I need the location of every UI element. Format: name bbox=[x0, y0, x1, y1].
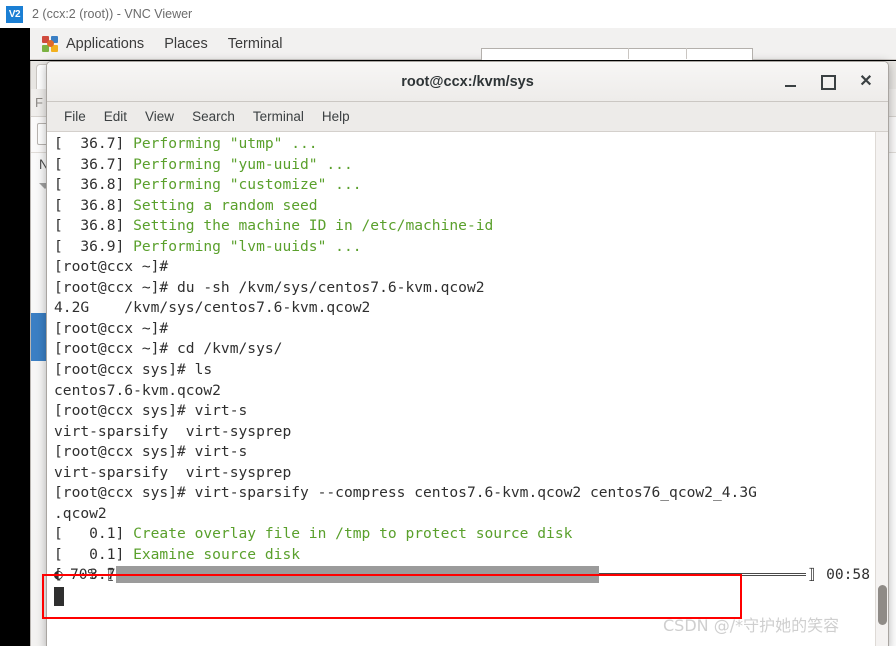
terminal-text-default: .qcow2 bbox=[54, 504, 107, 522]
terminal-text-default: [ 36.8] bbox=[54, 176, 134, 194]
terminal-window-title: root@ccx:/kvm/sys bbox=[401, 73, 534, 90]
terminal-text-green: Performing "utmp" ... bbox=[133, 135, 318, 152]
terminal-line: [root@ccx sys]# virt-s bbox=[54, 442, 874, 463]
gnome-top-panel: Applications Places Terminal bbox=[30, 28, 896, 60]
terminal-titlebar[interactable]: root@ccx:/kvm/sys ✕ bbox=[47, 62, 888, 102]
terminal-line: virt-sparsify virt-sysprep bbox=[54, 422, 874, 443]
menu-edit[interactable]: Edit bbox=[95, 102, 136, 132]
terminal-text-default: [root@ccx sys]# ls bbox=[54, 361, 213, 379]
ghost-tab-mark-2 bbox=[686, 48, 687, 59]
terminal-text-default: [ 36.8] bbox=[54, 217, 134, 235]
panel-menu-applications[interactable]: Applications bbox=[30, 28, 154, 60]
terminal-text-default: virt-sparsify virt-sysprep bbox=[54, 463, 292, 481]
terminal-text-buffer: [ 36.7] Performing "utmp" ...[ 36.7] Per… bbox=[54, 134, 874, 586]
terminal-text-default: [ 36.7] bbox=[54, 135, 134, 152]
panel-menu-terminal-label: Terminal bbox=[227, 35, 283, 52]
terminal-text-default: [root@ccx ~]# cd /kvm/sys/ bbox=[54, 340, 283, 358]
terminal-text-green: Performing "lvm-uuids" ... bbox=[133, 237, 362, 255]
terminal-text-default: [root@ccx ~]# bbox=[54, 319, 169, 337]
menu-help[interactable]: Help bbox=[313, 102, 359, 132]
spinner-icon: ◐ bbox=[54, 566, 63, 583]
progress-track bbox=[116, 566, 807, 583]
terminal-scrollbar-thumb[interactable] bbox=[878, 585, 887, 625]
terminal-line: [root@ccx ~]# cd /kvm/sys/ bbox=[54, 339, 874, 360]
csdn-watermark: CSDN @/*守护她的笑容 bbox=[663, 616, 840, 635]
terminal-line: [ 36.8] Performing "customize" ... bbox=[54, 175, 874, 196]
terminal-window[interactable]: root@ccx:/kvm/sys ✕ File Edit View Searc… bbox=[46, 61, 889, 646]
screenshot-root: V2 2 (ccx:2 (root)) - VNC Viewer Applica… bbox=[0, 0, 896, 646]
terminal-line: [root@ccx sys]# virt-sparsify --compress… bbox=[54, 483, 874, 504]
progress-elapsed-time: 00:58 bbox=[826, 566, 870, 583]
minimize-icon[interactable] bbox=[782, 74, 798, 90]
panel-menu-terminal[interactable]: Terminal bbox=[218, 28, 293, 60]
terminal-text-green: Create overlay file in /tmp to protect s… bbox=[133, 525, 573, 543]
terminal-text-default: [root@ccx ~]# bbox=[54, 258, 169, 276]
terminal-line: [ 36.8] Setting the machine ID in /etc/m… bbox=[54, 216, 874, 237]
terminal-text-default: [ 36.8] bbox=[54, 196, 134, 214]
vnc-desktop-canvas: Applications Places Terminal F ❙ N bbox=[0, 28, 896, 646]
menu-terminal[interactable]: Terminal bbox=[244, 102, 313, 132]
terminal-text-default: [ 0.1] bbox=[54, 545, 134, 563]
window-controls: ✕ bbox=[782, 62, 874, 102]
terminal-line: [ 0.1] Examine source disk bbox=[54, 545, 874, 566]
vnc-logo-icon: V2 bbox=[6, 5, 23, 23]
terminal-cursor bbox=[54, 587, 64, 606]
terminal-text-default: 4.2G /kvm/sys/centos7.6-kvm.qcow2 bbox=[54, 299, 371, 317]
terminal-line: [ 36.9] Performing "lvm-uuids" ... bbox=[54, 237, 874, 258]
terminal-line: [root@ccx ~]# bbox=[54, 257, 874, 278]
vnc-window-title: 2 (ccx:2 (root)) - VNC Viewer bbox=[32, 7, 193, 21]
menu-search[interactable]: Search bbox=[183, 102, 244, 132]
maximize-icon[interactable] bbox=[820, 74, 836, 90]
terminal-menubar: File Edit View Search Terminal Help bbox=[47, 102, 888, 132]
terminal-line: .qcow2 bbox=[54, 504, 874, 525]
background-window-outline bbox=[481, 48, 753, 60]
terminal-line: [ 36.7] Performing "yum-uuid" ... bbox=[54, 155, 874, 176]
terminal-line: [root@ccx ~]# du -sh /kvm/sys/centos7.6-… bbox=[54, 278, 874, 299]
panel-menu-applications-label: Applications bbox=[66, 35, 145, 52]
terminal-line: [root@ccx sys]# ls bbox=[54, 360, 874, 381]
close-icon[interactable]: ✕ bbox=[858, 74, 874, 90]
terminal-line: [ 36.7] Performing "utmp" ... bbox=[54, 134, 874, 155]
terminal-text-default: virt-sparsify virt-sysprep bbox=[54, 422, 292, 440]
terminal-scrollbar[interactable] bbox=[875, 132, 888, 646]
terminal-text-default: [ 36.9] bbox=[54, 237, 134, 255]
terminal-line: 4.2G /kvm/sys/centos7.6-kvm.qcow2 bbox=[54, 298, 874, 319]
progress-bracket-open: ⟦ bbox=[106, 566, 116, 583]
terminal-text-green: Performing "customize" ... bbox=[133, 176, 362, 194]
vnc-viewer-titlebar: V2 2 (ccx:2 (root)) - VNC Viewer bbox=[0, 0, 896, 28]
panel-menu-places[interactable]: Places bbox=[154, 28, 218, 60]
terminal-text-default: [ 36.7] bbox=[54, 155, 134, 173]
terminal-text-default: [ 0.1] bbox=[54, 525, 134, 543]
progress-percent-label: 70% bbox=[70, 566, 97, 583]
applications-grid-icon bbox=[42, 35, 58, 52]
terminal-text-green: Examine source disk bbox=[133, 545, 301, 563]
terminal-text-green: Performing "yum-uuid" ... bbox=[133, 155, 353, 173]
terminal-line: centos7.6-kvm.qcow2 bbox=[54, 381, 874, 402]
terminal-text-default: [root@ccx sys]# virt-s bbox=[54, 402, 248, 420]
terminal-text-default: [root@ccx ~]# du -sh /kvm/sys/centos7.6-… bbox=[54, 278, 485, 296]
terminal-text-default: [root@ccx sys]# virt-sparsify --compress… bbox=[54, 484, 757, 502]
terminal-text-default: centos7.6-kvm.qcow2 bbox=[54, 381, 221, 399]
terminal-text-default: [root@ccx sys]# virt-s bbox=[54, 443, 248, 461]
menu-view[interactable]: View bbox=[136, 102, 183, 132]
terminal-line: [root@ccx ~]# bbox=[54, 319, 874, 340]
panel-menu-places-label: Places bbox=[164, 35, 208, 52]
terminal-line: [ 36.8] Setting a random seed bbox=[54, 196, 874, 217]
terminal-text-green: Setting the machine ID in /etc/machine-i… bbox=[133, 217, 494, 235]
terminal-text-green: Setting a random seed bbox=[133, 196, 318, 214]
terminal-line: virt-sparsify virt-sysprep bbox=[54, 463, 874, 484]
progress-bracket-close: ⟧ bbox=[807, 566, 817, 583]
progress-fill bbox=[116, 566, 600, 583]
terminal-output-area[interactable]: [ 36.7] Performing "utmp" ...[ 36.7] Per… bbox=[47, 132, 888, 646]
menu-file[interactable]: File bbox=[55, 102, 95, 132]
ghost-tab-mark-1 bbox=[628, 48, 629, 59]
terminal-line: [root@ccx sys]# virt-s bbox=[54, 401, 874, 422]
progress-bar-row: ◐ 70% ⟦ ⟧ 00:58 bbox=[54, 564, 870, 585]
terminal-line: [ 0.1] Create overlay file in /tmp to pr… bbox=[54, 524, 874, 545]
